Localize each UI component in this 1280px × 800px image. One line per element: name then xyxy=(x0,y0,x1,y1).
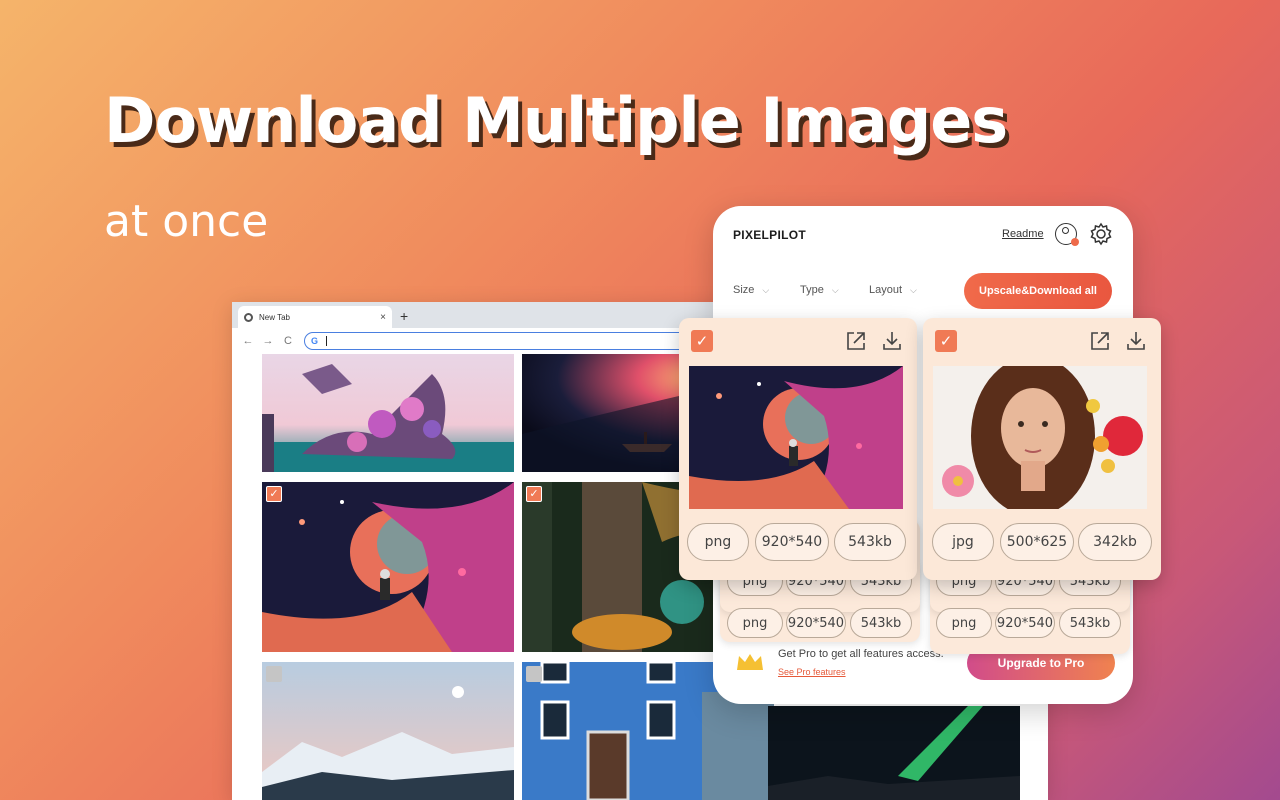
tab-new-tab[interactable]: New Tab × xyxy=(238,306,392,328)
reload-icon[interactable]: C xyxy=(278,335,298,347)
new-tab-button[interactable]: + xyxy=(400,308,408,324)
dragon-island-image[interactable] xyxy=(262,354,514,472)
woman-flowers-thumbnail xyxy=(933,366,1147,509)
image-card[interactable]: ✓ jpg 500*625 342kb xyxy=(923,318,1161,580)
hero-title: Download Multiple Images xyxy=(104,84,1008,157)
crown-icon xyxy=(737,654,763,670)
format-chip: png xyxy=(687,523,749,561)
snowy-mountains-image[interactable] xyxy=(262,662,514,800)
chevron-down-icon: ⌵ xyxy=(762,284,770,295)
pro-promo-text: Get Pro to get all features access. xyxy=(778,648,944,660)
chevron-down-icon: ⌵ xyxy=(831,284,839,295)
aurora-night-image[interactable] xyxy=(768,706,1020,800)
format-chip: png xyxy=(727,608,783,638)
image-card[interactable]: ✓ png 920*540 543kb xyxy=(679,318,917,580)
google-icon: G xyxy=(311,336,319,346)
readme-link[interactable]: Readme xyxy=(1002,228,1044,240)
size-chip: 543kb xyxy=(850,608,912,638)
checkbox-icon[interactable] xyxy=(526,666,542,682)
brand-logo: PIXELPILOT xyxy=(733,228,807,242)
format-chip: png xyxy=(936,608,992,638)
back-icon[interactable]: ← xyxy=(238,335,258,347)
size-chip: 543kb xyxy=(1059,608,1121,638)
checkbox-icon[interactable]: ✓ xyxy=(691,330,713,352)
download-icon[interactable] xyxy=(1125,330,1147,352)
upscale-download-all-button[interactable]: Upscale&Download all xyxy=(964,273,1112,309)
user-icon[interactable] xyxy=(1055,223,1079,246)
checkbox-icon[interactable]: ✓ xyxy=(935,330,957,352)
text-caret xyxy=(326,336,328,346)
type-filter[interactable]: Type ⌵ xyxy=(800,284,839,296)
see-pro-features-link[interactable]: See Pro features xyxy=(778,667,846,677)
share-icon[interactable] xyxy=(845,330,867,352)
download-icon[interactable] xyxy=(881,330,903,352)
size-chip: 543kb xyxy=(834,523,906,561)
chrome-icon xyxy=(244,312,253,322)
close-icon[interactable]: × xyxy=(380,312,386,323)
dimensions-chip: 500*625 xyxy=(1000,523,1074,561)
chevron-down-icon: ⌵ xyxy=(910,284,917,295)
hero-subtitle: at once xyxy=(104,196,269,247)
layout-filter[interactable]: Layout ⌵ xyxy=(869,284,917,296)
share-icon[interactable] xyxy=(1089,330,1111,352)
gear-icon[interactable] xyxy=(1089,222,1113,246)
checkbox-icon[interactable]: ✓ xyxy=(526,486,542,502)
size-chip: 342kb xyxy=(1078,523,1152,561)
dimensions-chip: 920*540 xyxy=(755,523,829,561)
format-chip: jpg xyxy=(932,523,994,561)
checkbox-icon[interactable] xyxy=(266,666,282,682)
forward-icon[interactable]: → xyxy=(258,335,278,347)
checkbox-icon[interactable]: ✓ xyxy=(266,486,282,502)
size-filter[interactable]: Size ⌵ xyxy=(733,284,769,296)
astronaut-planet-image[interactable]: ✓ xyxy=(262,482,514,652)
dimensions-chip: 920*540 xyxy=(995,608,1055,638)
tab-title: New Tab xyxy=(259,312,290,322)
dimensions-chip: 920*540 xyxy=(786,608,846,638)
astronaut-planet-thumbnail xyxy=(689,366,903,509)
